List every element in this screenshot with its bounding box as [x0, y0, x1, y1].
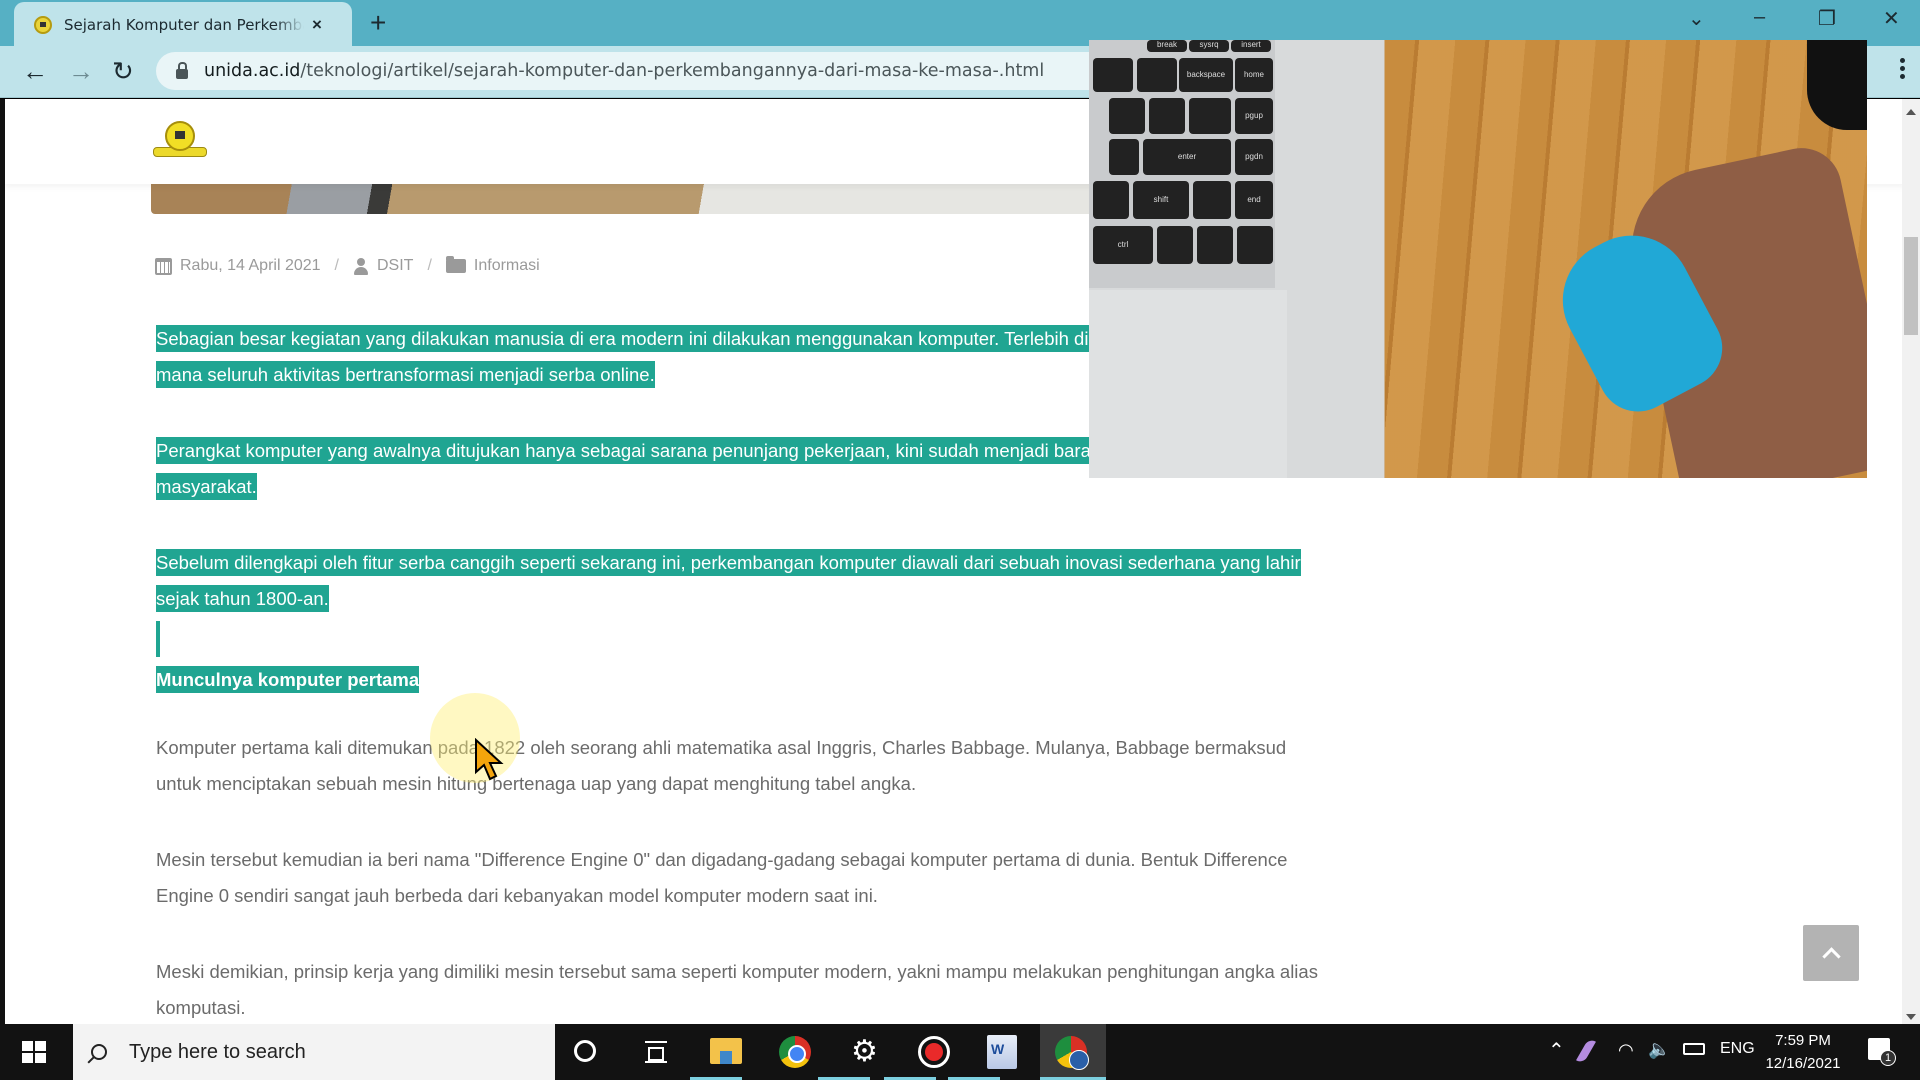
- wifi-icon[interactable]: ◠: [1618, 1040, 1634, 1061]
- clock-date: 12/16/2021: [1765, 1055, 1841, 1072]
- article-date: Rabu, 14 April 2021: [180, 257, 321, 274]
- heading-text[interactable]: Munculnya komputer pertama: [156, 666, 420, 693]
- article-author[interactable]: DSIT: [377, 257, 413, 275]
- notification-count-badge: 1: [1880, 1050, 1896, 1066]
- tab-active[interactable]: Sejarah Komputer dan Perkembangannya dar…: [14, 2, 352, 48]
- section-heading: Munculnya komputer pertama: [156, 662, 1336, 698]
- restore-button[interactable]: ❐: [1818, 6, 1836, 31]
- taskbar-search-box[interactable]: Type here to search: [73, 1024, 555, 1080]
- tab-title: Sejarah Komputer dan Perkembangannya dar…: [64, 16, 304, 34]
- url-host: unida.ac.id: [204, 61, 301, 81]
- windows-start-icon[interactable]: [22, 1041, 46, 1063]
- key: sysrq: [1189, 40, 1229, 52]
- cortana-icon[interactable]: [574, 1040, 596, 1062]
- browser-menu-icon[interactable]: [1900, 58, 1906, 82]
- page-scrollbar[interactable]: [1902, 99, 1920, 1024]
- key: [1189, 98, 1231, 134]
- article-category[interactable]: Informasi: [474, 257, 540, 275]
- key: [1157, 226, 1193, 264]
- selected-blank-line: [156, 617, 1336, 662]
- meta-separator: /: [334, 257, 339, 274]
- key: enter: [1143, 139, 1231, 175]
- body-paragraph: Mesin tersebut kemudian ia beri nama "Di…: [156, 849, 1288, 906]
- key: home: [1235, 58, 1273, 92]
- site-favicon-icon: [34, 16, 52, 34]
- file-explorer-icon[interactable]: [710, 1038, 742, 1064]
- lock-icon: [176, 61, 188, 79]
- volume-icon[interactable]: 🔈: [1648, 1039, 1670, 1060]
- key: [1197, 226, 1233, 264]
- key: [1109, 139, 1139, 175]
- url-path: /teknologi/artikel/sejarah-komputer-dan-…: [300, 61, 1045, 81]
- mouse-cursor-icon: [475, 738, 504, 781]
- laptop-touchpad: [1089, 290, 1287, 478]
- key: pgup: [1235, 98, 1273, 134]
- language-indicator[interactable]: ENG: [1720, 1040, 1755, 1058]
- highlighted-paragraph: Sebelum dilengkapi oleh fitur serba cang…: [156, 545, 1336, 617]
- selected-text[interactable]: Sebelum dilengkapi oleh fitur serba cang…: [156, 549, 1301, 612]
- logo-medal: [165, 121, 195, 151]
- key: insert: [1231, 40, 1271, 52]
- calendar-icon: [155, 257, 172, 275]
- key: [1237, 226, 1273, 264]
- key: [1093, 58, 1133, 92]
- key: break: [1147, 40, 1187, 52]
- pen-feather-icon[interactable]: [1576, 1037, 1596, 1065]
- battery-icon[interactable]: [1683, 1043, 1705, 1055]
- key: ctrl: [1093, 226, 1153, 264]
- body-paragraph: Meski demikian, prinsip kerja yang dimil…: [156, 961, 1318, 1018]
- scroll-up-arrow-icon[interactable]: [1906, 109, 1916, 115]
- key: pgdn: [1235, 139, 1273, 175]
- windows-taskbar: Type here to search ⚙ ⌃ ◠ 🔈 ENG 7:59 PM …: [0, 1024, 1920, 1080]
- show-hidden-icons-chevron-up-icon[interactable]: ⌃: [1548, 1038, 1565, 1063]
- tab-search-icon[interactable]: ⌄: [1688, 6, 1705, 31]
- url-text[interactable]: unida.ac.id/teknologi/artikel/sejarah-ko…: [204, 61, 1044, 81]
- site-logo[interactable]: [153, 121, 207, 165]
- key: [1093, 181, 1129, 219]
- system-clock[interactable]: 7:59 PM 12/16/2021: [1758, 1029, 1848, 1075]
- microsoft-word-icon[interactable]: [987, 1035, 1017, 1069]
- key: [1149, 98, 1185, 134]
- key: shift: [1133, 181, 1189, 219]
- chrome-icon[interactable]: [779, 1036, 811, 1068]
- key: [1109, 98, 1145, 134]
- forward-button[interactable]: →: [68, 56, 94, 86]
- new-tab-button[interactable]: +: [370, 8, 386, 38]
- task-view-icon[interactable]: [645, 1041, 667, 1063]
- article-meta: Rabu, 14 April 2021 / DSIT / Informasi: [155, 256, 540, 275]
- meta-separator: /: [427, 257, 432, 274]
- tab-close-icon[interactable]: ×: [312, 15, 322, 35]
- reload-button[interactable]: ↻: [112, 56, 134, 86]
- user-icon: [353, 257, 369, 275]
- minimize-button[interactable]: –: [1754, 6, 1765, 29]
- screen-recorder-icon[interactable]: [918, 1036, 950, 1068]
- camera-overlay-video: break sysrq insert backspace home pgup e…: [1089, 40, 1867, 478]
- back-to-top-button[interactable]: [1803, 925, 1859, 981]
- key: [1193, 181, 1231, 219]
- key: end: [1235, 181, 1273, 219]
- article-hero-image: [151, 184, 1151, 214]
- scroll-down-arrow-icon[interactable]: [1906, 1014, 1916, 1020]
- key: backspace: [1179, 58, 1233, 92]
- chrome-profile-icon[interactable]: [1055, 1036, 1089, 1070]
- laptop-keyboard: break sysrq insert backspace home pgup e…: [1089, 40, 1275, 288]
- search-icon: [91, 1044, 107, 1060]
- notification-center-icon[interactable]: 1: [1868, 1038, 1896, 1066]
- clock-time: 7:59 PM: [1775, 1032, 1831, 1049]
- close-window-button[interactable]: ✕: [1883, 6, 1900, 31]
- search-placeholder: Type here to search: [129, 1040, 306, 1063]
- settings-gear-icon[interactable]: ⚙: [851, 1037, 887, 1074]
- scrollbar-thumb[interactable]: [1904, 237, 1918, 335]
- key: [1137, 58, 1177, 92]
- body-paragraph: Komputer pertama kali ditemukan pada 182…: [156, 737, 1287, 794]
- back-button[interactable]: ←: [22, 56, 48, 86]
- folder-open-icon: [445, 256, 466, 273]
